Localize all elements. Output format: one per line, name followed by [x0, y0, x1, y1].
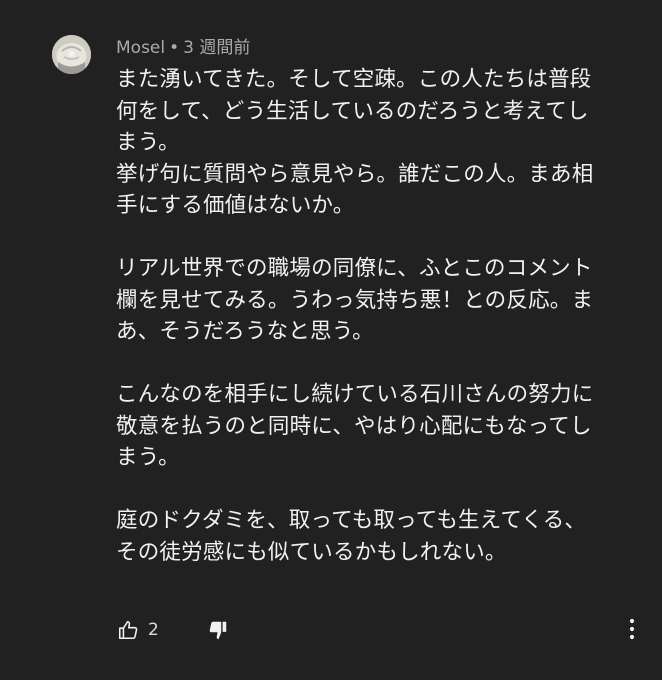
author-name[interactable]: Mosel: [116, 38, 165, 58]
like-count: 2: [148, 620, 159, 640]
paragraph-break: [116, 474, 636, 506]
avatar[interactable]: [52, 35, 91, 74]
more-vertical-icon: [629, 618, 635, 640]
comment-line: 挙げ句に質問やら意見やら。誰だこの人。まあ相: [116, 161, 594, 187]
comment-line: 何をして、どう生活しているのだろうと考えてし: [116, 98, 589, 124]
paragraph-break: [116, 222, 636, 254]
comment-line: まう。: [116, 130, 180, 155]
comment-line: こんなのを相手にし続けている石川さんの努力に: [116, 382, 594, 407]
dislike-button[interactable]: [206, 618, 230, 642]
comment-actions: 2: [116, 616, 227, 644]
more-actions-button[interactable]: [620, 616, 644, 642]
comment-line: リアル世界での職場の同僚に、ふとこのコメント: [116, 256, 593, 281]
thumb-up-outline-icon: [118, 620, 138, 640]
timestamp[interactable]: 3 週間前: [183, 38, 250, 58]
comment-line: 敬意を払うのと同時に、やはり心配にもなってし: [116, 413, 592, 439]
comment-line: その徒労感にも似ているかもしれない。: [116, 539, 507, 565]
comment-header: Mosel • 3 週間前: [116, 37, 250, 59]
comment-line: 手にする価値はないか。: [116, 193, 355, 218]
avatar-image: [52, 35, 91, 74]
like-button[interactable]: [116, 618, 140, 642]
comment-body: また湧いてきた。そして空疎。この人たちは普段 何をして、どう生活しているのだろうと…: [116, 64, 636, 568]
comment-line: また湧いてきた。そして空疎。この人たちは普段: [116, 67, 592, 92]
comment-line: 庭のドクダミを、取っても取っても生えてくる、: [116, 508, 587, 533]
thumb-down-filled-icon: [209, 621, 227, 640]
comment-line: あ、そうだろうなと思う。: [116, 319, 374, 344]
comment-line: 欄を見せてみる。うわっ気持ち悪！との反応。ま: [116, 287, 594, 313]
comment-line: まう。: [116, 445, 180, 470]
comment-thread: Mosel • 3 週間前 また湧いてきた。そして空疎。この人たちは普段 何をして、ど…: [0, 0, 662, 680]
meta-separator: •: [169, 38, 180, 58]
paragraph-break: [116, 348, 636, 380]
